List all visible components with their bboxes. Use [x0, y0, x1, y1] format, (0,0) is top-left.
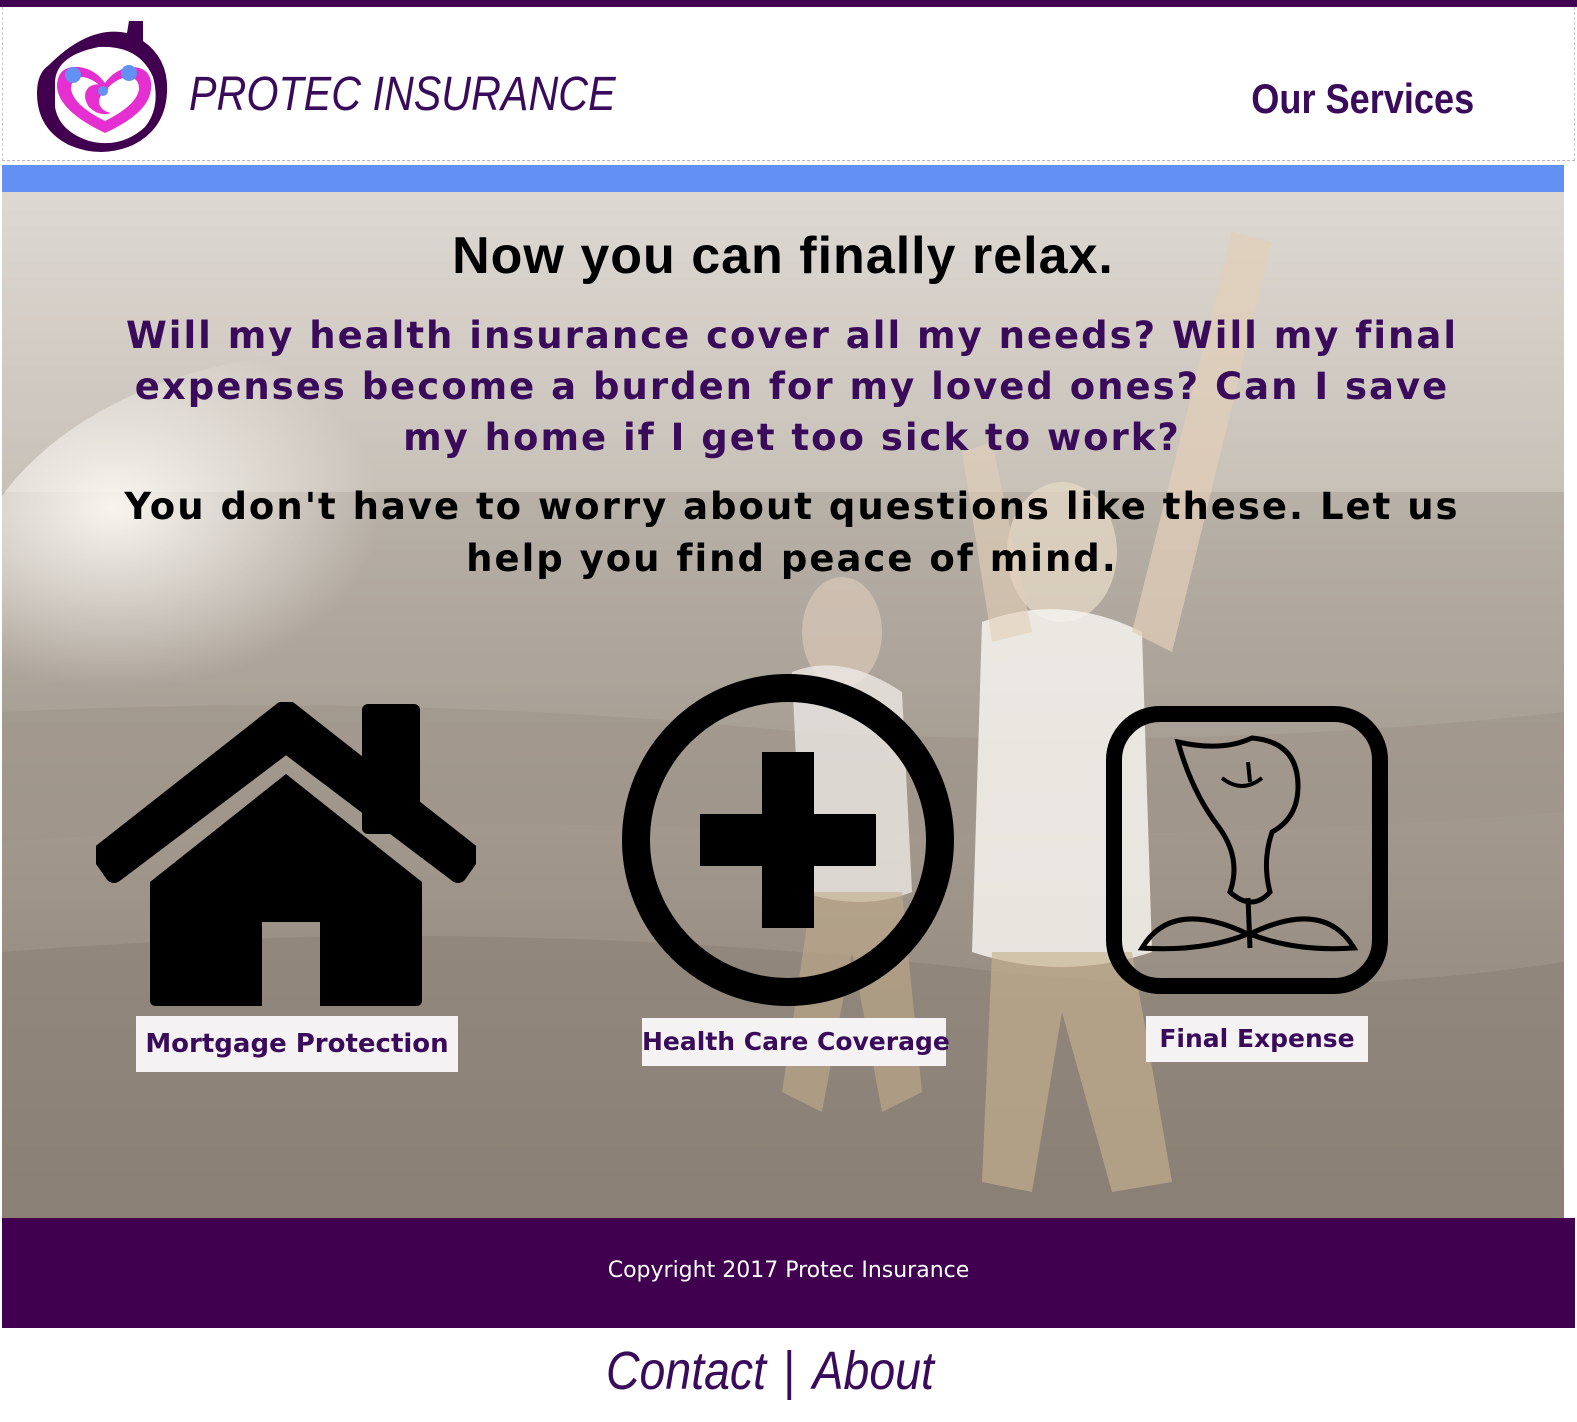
bottom-nav: Contact | About [0, 1332, 1577, 1422]
about-link[interactable]: About [813, 1341, 934, 1401]
heart-house-logo-icon[interactable] [29, 11, 175, 157]
site-footer: Copyright 2017 Protec Insurance [2, 1218, 1575, 1328]
brand-name: PROTEC INSURANCE [189, 68, 616, 121]
contact-link[interactable]: Contact [606, 1341, 766, 1401]
our-services-link[interactable]: Our Services [1251, 75, 1474, 123]
house-icon [96, 702, 476, 1006]
bottom-nav-links: Contact | About [606, 1340, 934, 1402]
service-label: Final Expense [1146, 1016, 1368, 1062]
copyright-text: Copyright 2017 Protec Insurance [607, 1258, 970, 1283]
plus-circle-icon [622, 674, 954, 1006]
hero-reassurance: You don't have to worry about questions … [124, 485, 1460, 580]
service-health-care-coverage[interactable]: Health Care Coverage [620, 672, 956, 1066]
top-border [0, 0, 1577, 7]
hero-banner: Now you can finally relax. Will my healt… [2, 192, 1564, 1218]
site-header: PROTEC INSURANCE Our Services [2, 7, 1575, 161]
service-mortgage-protection[interactable]: Mortgage Protection [96, 702, 476, 1072]
page: PROTEC INSURANCE Our Services Now you ca… [0, 0, 1577, 1422]
service-label: Health Care Coverage [642, 1018, 950, 1066]
hero-questions: Will my health insurance cover all my ne… [125, 314, 1459, 459]
hero-headline: Now you can finally relax. [452, 227, 1114, 285]
nav-separator: | [783, 1341, 796, 1401]
accent-bar [2, 165, 1564, 192]
service-final-expense[interactable]: Final Expense [1102, 702, 1392, 1062]
lily-flower-icon [1106, 706, 1388, 994]
service-label: Mortgage Protection [136, 1016, 458, 1072]
